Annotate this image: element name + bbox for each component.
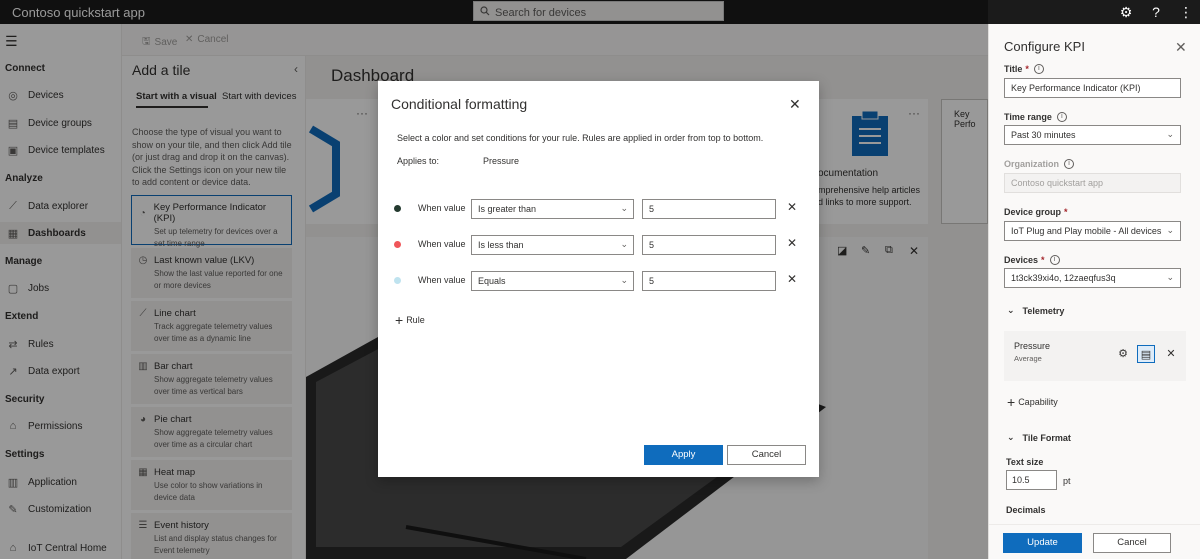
configure-kpi-panel: Configure KPI ✕ Title * i Key Performance … <box>988 24 1200 559</box>
select-value: IoT Plug and Play mobile - All devices <box>1011 226 1162 236</box>
device-group-select[interactable]: IoT Plug and Play mobile - All devices ⌄ <box>1004 221 1181 241</box>
delete-rule-icon[interactable]: ✕ <box>787 236 797 250</box>
telemetry-aggregation: Average <box>1014 354 1042 363</box>
plus-icon: + <box>1007 394 1016 410</box>
required-marker: * <box>1025 64 1029 74</box>
dialog-description: Select a color and set conditions for yo… <box>397 133 764 143</box>
title-input[interactable]: Key Performance Indicator (KPI) <box>1004 78 1181 98</box>
section-title: Tile Format <box>1022 432 1071 443</box>
dialog-title: Conditional formatting <box>391 96 528 112</box>
telemetry-item: Pressure Average ⚙ ▤ ✕ <box>1004 331 1186 381</box>
close-icon[interactable]: ✕ <box>789 96 801 113</box>
color-swatch[interactable] <box>394 277 401 284</box>
delete-rule-icon[interactable]: ✕ <box>787 200 797 214</box>
chevron-down-icon: ⌄ <box>1007 432 1015 442</box>
add-capability-label: Capability <box>1018 397 1058 407</box>
gear-icon[interactable]: ⚙ <box>1114 345 1132 363</box>
cancel-button[interactable]: Cancel <box>1093 533 1171 553</box>
organization-label: Organization i <box>1004 159 1075 169</box>
plus-icon: + <box>395 312 404 328</box>
rule-label: When value <box>418 203 466 213</box>
time-range-select[interactable]: Past 30 minutes ⌄ <box>1004 125 1181 145</box>
chevron-down-icon: ⌄ <box>1166 225 1174 235</box>
conditional-formatting-icon[interactable]: ▤ <box>1137 345 1155 363</box>
label-text: Devices <box>1004 255 1039 265</box>
tile-format-section-toggle[interactable]: ⌄ Tile Format <box>1007 432 1071 443</box>
required-marker: * <box>1041 255 1045 265</box>
label-text: Time range <box>1004 112 1052 122</box>
add-capability-button[interactable]: + Capability <box>1007 394 1058 410</box>
chevron-down-icon: ⌄ <box>620 275 628 285</box>
apply-button[interactable]: Apply <box>644 445 723 465</box>
rule-row: When value Is less than ⌄ 5 ✕ <box>378 235 819 255</box>
title-label: Title * i <box>1004 64 1044 74</box>
text-size-input[interactable]: 10.5 <box>1006 470 1057 490</box>
decimals-label: Decimals <box>1006 505 1046 515</box>
required-marker: * <box>1064 207 1068 217</box>
devices-select[interactable]: 1t3ck39xi4o, 12zaeqfus3q ⌄ <box>1004 268 1181 288</box>
update-button[interactable]: Update <box>1003 533 1082 553</box>
info-icon[interactable]: i <box>1049 255 1060 265</box>
operator-select[interactable]: Equals ⌄ <box>471 271 634 291</box>
add-rule-button[interactable]: + Rule <box>395 312 425 328</box>
close-icon[interactable]: ✕ <box>1175 39 1187 56</box>
chevron-down-icon: ⌄ <box>1007 305 1015 315</box>
label-text: Title <box>1004 64 1023 74</box>
help-icon[interactable]: ? <box>1147 3 1165 21</box>
select-value: 1t3ck39xi4o, 12zaeqfus3q <box>1011 273 1116 283</box>
delete-rule-icon[interactable]: ✕ <box>787 272 797 286</box>
operator-value: Equals <box>478 276 506 286</box>
devices-label: Devices * i <box>1004 255 1060 265</box>
section-title: Telemetry <box>1022 305 1065 316</box>
applies-to-label: Applies to: <box>397 156 440 166</box>
gear-icon[interactable]: ⚙ <box>1117 3 1135 21</box>
value-input[interactable]: 5 <box>642 235 776 255</box>
operator-value: Is greater than <box>478 204 537 214</box>
value-input[interactable]: 5 <box>642 199 776 219</box>
operator-value: Is less than <box>478 240 524 250</box>
operator-select[interactable]: Is less than ⌄ <box>471 235 634 255</box>
panel-footer: Update Cancel <box>989 524 1200 559</box>
color-swatch[interactable] <box>394 241 401 248</box>
time-range-label: Time range i <box>1004 112 1067 122</box>
chevron-down-icon: ⌄ <box>1166 272 1174 282</box>
add-rule-label: Rule <box>406 315 425 325</box>
conditional-formatting-dialog: Conditional formatting ✕ Select a color … <box>378 81 819 477</box>
text-size-unit: pt <box>1063 476 1071 486</box>
telemetry-name: Pressure <box>1014 341 1051 351</box>
more-icon[interactable]: ⋮ <box>1177 3 1195 21</box>
cancel-button[interactable]: Cancel <box>727 445 806 465</box>
operator-select[interactable]: Is greater than ⌄ <box>471 199 634 219</box>
organization-input: Contoso quickstart app <box>1004 173 1181 193</box>
info-icon[interactable]: i <box>1056 112 1067 122</box>
telemetry-section-toggle[interactable]: ⌄ Telemetry <box>1007 305 1064 316</box>
panel-title: Configure KPI <box>1004 39 1085 54</box>
rule-label: When value <box>418 239 466 249</box>
rule-label: When value <box>418 275 466 285</box>
chevron-down-icon: ⌄ <box>620 239 628 249</box>
chevron-down-icon: ⌄ <box>620 203 628 213</box>
label-text: Organization <box>1004 159 1060 169</box>
color-swatch[interactable] <box>394 205 401 212</box>
text-size-label: Text size <box>1006 457 1044 467</box>
close-icon[interactable]: ✕ <box>1162 345 1180 363</box>
device-group-label: Device group * <box>1004 207 1068 217</box>
rule-row: When value Equals ⌄ 5 ✕ <box>378 271 819 291</box>
rule-row: When value Is greater than ⌄ 5 ✕ <box>378 199 819 219</box>
value-input[interactable]: 5 <box>642 271 776 291</box>
chevron-down-icon: ⌄ <box>1166 129 1174 139</box>
select-value: Past 30 minutes <box>1011 130 1076 140</box>
info-icon[interactable]: i <box>1033 64 1044 74</box>
info-icon[interactable]: i <box>1064 159 1075 169</box>
label-text: Device group <box>1004 207 1062 217</box>
applies-to-value: Pressure <box>483 156 520 166</box>
